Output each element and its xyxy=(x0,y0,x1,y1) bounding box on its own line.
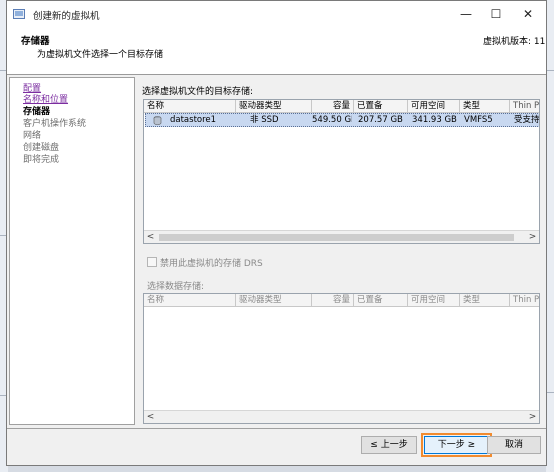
scroll-left-icon[interactable]: < xyxy=(144,231,157,243)
column-header-provisioned[interactable]: 已置备 xyxy=(354,100,408,112)
cell-thin-provisioning: 受支持 xyxy=(514,115,540,125)
column-header-free-space: 可用空间 xyxy=(408,294,460,306)
title-bar[interactable]: 创建新的虚拟机 — ☐ ✕ xyxy=(7,1,546,29)
scroll-right-icon[interactable]: > xyxy=(526,411,539,423)
select-datastore-label: 选择数据存储: xyxy=(147,282,205,292)
datastore-icon xyxy=(153,116,162,125)
column-header-free-space[interactable]: 可用空间 xyxy=(408,100,460,112)
column-header-thin-provisioning: Thin Provi xyxy=(510,294,539,306)
column-header-drive-type[interactable]: 驱动器类型 xyxy=(236,100,312,112)
wizard-header: 存储器 为虚拟机文件选择一个目标存储 虚拟机版本: 11 xyxy=(7,28,546,75)
disable-storage-drs-checkbox[interactable] xyxy=(147,257,157,267)
background-divider xyxy=(546,392,554,393)
next-button[interactable]: 下一步 ≥ xyxy=(424,436,489,454)
wizard-step-nav: 配置 名称和位置 存储器 客户机操作系统 网络 创建磁盘 即将完成 xyxy=(9,77,135,425)
nav-item-storage: 存储器 xyxy=(23,107,51,117)
column-header-drive-type: 驱动器类型 xyxy=(236,294,312,306)
cell-type: VMFS5 xyxy=(464,115,493,125)
background-divider xyxy=(546,70,554,71)
select-datastore-table: 名称 驱动器类型 容量 已置备 可用空间 类型 Thin Provi < > xyxy=(143,293,540,424)
nav-item-create-disk: 创建磁盘 xyxy=(23,143,60,153)
table-row[interactable]: datastore1 非 SSD 549.50 GB 207.57 GB 341… xyxy=(145,113,540,127)
nav-item-config[interactable]: 配置 xyxy=(23,84,41,95)
vm-version-label: 虚拟机版本: 11 xyxy=(483,37,546,47)
column-header-name: 名称 xyxy=(144,294,236,306)
step-title: 存储器 xyxy=(21,36,50,47)
cell-free-space: 341.93 GB xyxy=(412,115,457,125)
target-storage-label: 选择虚拟机文件的目标存储: xyxy=(142,87,254,97)
cell-name: datastore1 xyxy=(170,115,217,125)
maximize-icon[interactable]: ☐ xyxy=(481,1,511,27)
step-subtitle: 为虚拟机文件选择一个目标存储 xyxy=(37,50,164,60)
background-app-right-strip xyxy=(546,0,554,472)
target-storage-table: 名称 驱动器类型 容量 已置备 可用空间 类型 Thin Provi datas… xyxy=(143,99,540,244)
nav-item-guest-os: 客户机操作系统 xyxy=(23,119,87,129)
column-header-name[interactable]: 名称 xyxy=(144,100,236,112)
cancel-button[interactable]: 取消 xyxy=(487,436,541,454)
column-header-capacity[interactable]: 容量 xyxy=(312,100,354,112)
nav-item-network: 网络 xyxy=(23,131,42,141)
close-icon[interactable]: ✕ xyxy=(513,1,543,27)
table-header: 名称 驱动器类型 容量 已置备 可用空间 类型 Thin Provi xyxy=(144,294,539,307)
scroll-left-icon[interactable]: < xyxy=(144,411,157,423)
nav-item-ready: 即将完成 xyxy=(23,155,60,165)
cell-drive-type: 非 SSD xyxy=(250,115,279,125)
column-header-provisioned: 已置备 xyxy=(354,294,408,306)
column-header-type[interactable]: 类型 xyxy=(460,100,510,112)
column-header-thin-provisioning[interactable]: Thin Provi xyxy=(510,100,539,112)
new-vm-wizard-window: 创建新的虚拟机 — ☐ ✕ 存储器 为虚拟机文件选择一个目标存储 虚拟机版本: … xyxy=(6,0,547,466)
scroll-thumb[interactable] xyxy=(159,234,514,241)
target-storage-hscrollbar[interactable]: < > xyxy=(144,230,539,243)
back-button[interactable]: ≤ 上一步 xyxy=(361,436,417,454)
column-header-capacity: 容量 xyxy=(312,294,354,306)
cell-capacity: 549.50 GB xyxy=(312,115,352,125)
table-header: 名称 驱动器类型 容量 已置备 可用空间 类型 Thin Provi xyxy=(144,100,539,113)
footer-divider xyxy=(7,428,546,429)
scroll-right-icon[interactable]: > xyxy=(526,231,539,243)
column-header-type: 类型 xyxy=(460,294,510,306)
nav-item-name-location[interactable]: 名称和位置 xyxy=(23,95,68,106)
select-datastore-hscrollbar[interactable]: < > xyxy=(144,410,539,423)
minimize-icon[interactable]: — xyxy=(451,1,481,27)
vm-app-icon xyxy=(13,9,25,19)
disable-storage-drs-label: 禁用此虚拟机的存储 DRS xyxy=(160,259,263,269)
cell-provisioned: 207.57 GB xyxy=(358,115,403,125)
window-title: 创建新的虚拟机 xyxy=(33,11,100,22)
